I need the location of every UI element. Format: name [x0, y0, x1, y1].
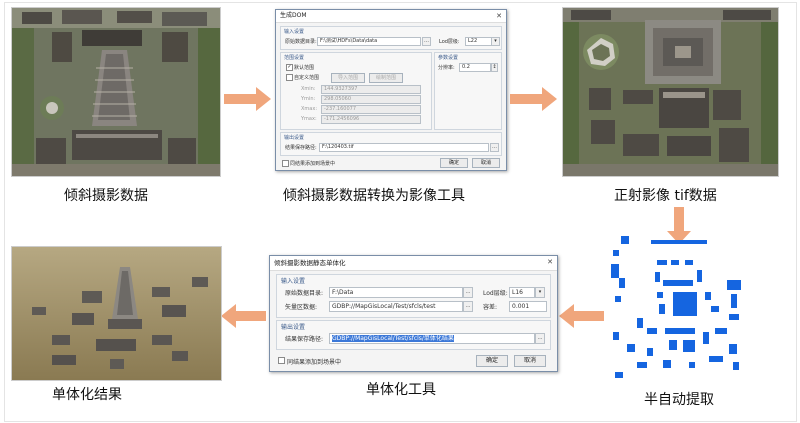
dialog-title: 倾斜摄影数据静态单体化	[274, 259, 346, 267]
output-settings-label: 输出设置	[284, 135, 305, 141]
ok-button[interactable]: 确定	[476, 355, 508, 367]
range-settings-label: 范围设置	[284, 55, 305, 61]
data-dir-input[interactable]: F:\测试\HDFs\Data\data	[317, 37, 421, 46]
data-dir-label: 原始数据目录:	[285, 39, 317, 45]
custom-range-label: 自定义范围	[294, 75, 320, 81]
import-range-button[interactable]: 导入范围	[331, 73, 365, 83]
add-to-scene-checkbox[interactable]	[278, 357, 285, 364]
caption-oblique-data: 倾斜摄影数据	[64, 188, 148, 204]
chevron-down-icon[interactable]: ▾	[491, 37, 500, 46]
caption-monomer-tool: 单体化工具	[366, 382, 436, 398]
vector-label: 矢量区数据:	[285, 304, 318, 311]
monomer-result-photo	[11, 246, 222, 381]
ortho-photo	[562, 7, 779, 177]
tolerance-input[interactable]: 0.001	[509, 301, 547, 312]
output-browse-button[interactable]: …	[490, 143, 499, 152]
close-icon[interactable]: ✕	[547, 256, 553, 268]
input-settings-group: 输入设置 原始数据目录: F:\测试\HDFs\Data\data … Lod层…	[280, 26, 502, 50]
arrow-left-1	[559, 304, 604, 328]
ymax-label: Ymax:	[301, 116, 317, 122]
add-to-scene-label: 同结果添加到场景中	[287, 359, 342, 366]
oblique-photo	[11, 7, 221, 177]
custom-range-checkbox[interactable]	[286, 74, 293, 81]
output-path-input[interactable]: F:\120403.tif	[319, 143, 489, 152]
lod-select[interactable]: L16	[509, 287, 535, 298]
default-range-checkbox[interactable]: ✓	[286, 64, 293, 71]
extraction-footprints	[611, 236, 741, 378]
default-range-label: 默认范围	[294, 65, 315, 71]
ymax-input[interactable]: -171.2456096	[321, 115, 421, 124]
monomer-dialog: 倾斜摄影数据静态单体化 ✕ 输入设置 原始数据目录: F:\Data … Lod…	[269, 255, 558, 372]
input-settings-label: 输入设置	[281, 278, 306, 285]
monomer-result-image	[12, 247, 221, 380]
browse-button[interactable]: …	[463, 287, 473, 298]
vector-input[interactable]: GDBP://MapGisLocal/Test/sfcls/test	[329, 301, 463, 312]
output-path-selected-text: GDBP://MapGisLocal/Test/sfcls/单体化结果	[332, 335, 454, 342]
output-settings-group: 输出设置 结果保存路径: GDBP://MapGisLocal/Test/sfc…	[276, 320, 551, 350]
output-browse-button[interactable]: …	[535, 333, 545, 344]
arrow-right-2	[510, 87, 557, 111]
dialog-title-bar: 生成DOM ✕	[276, 10, 506, 23]
lod-label: Lod层级:	[483, 290, 508, 297]
caption-monomer-result: 单体化结果	[52, 387, 122, 403]
ymin-input[interactable]: 298.05060	[321, 95, 421, 104]
output-settings-group: 输出设置 结果保存路径: F:\120403.tif …	[280, 132, 502, 156]
resolution-label: 分辨率:	[438, 65, 455, 71]
param-settings-group: 参数设置 分辨率: 0.2 ↕	[434, 52, 502, 130]
add-to-scene-checkbox[interactable]	[282, 160, 289, 167]
ok-button[interactable]: 确定	[440, 158, 468, 168]
ortho-photo-image	[563, 8, 778, 176]
caption-convert-tool: 倾斜摄影数据转换为影像工具	[283, 188, 465, 204]
draw-range-button[interactable]: 绘制范围	[369, 73, 403, 83]
xmax-label: Xmax:	[301, 106, 318, 112]
input-settings-group: 输入设置 原始数据目录: F:\Data … Lod层级: L16 ▾ 矢量区数…	[276, 274, 551, 318]
arrow-right-1	[224, 87, 271, 111]
lod-label: Lod层级:	[439, 39, 460, 45]
input-settings-label: 输入设置	[284, 29, 305, 35]
output-path-input[interactable]: GDBP://MapGisLocal/Test/sfcls/单体化结果	[329, 333, 535, 344]
caption-ortho-tif: 正射影像 tif数据	[614, 188, 717, 204]
output-path-label: 结果保存路径:	[285, 336, 324, 343]
xmin-label: Xmin:	[301, 86, 316, 92]
xmax-input[interactable]: -237.160077	[321, 105, 421, 114]
output-path-label: 结果保存路径:	[285, 145, 317, 151]
arrow-left-2	[221, 304, 266, 328]
ymin-label: Ymin:	[301, 96, 316, 102]
xmin-input[interactable]: 144.9327397	[321, 85, 421, 94]
generate-dom-dialog: 生成DOM ✕ 输入设置 原始数据目录: F:\测试\HDFs\Data\dat…	[275, 9, 507, 171]
cancel-button[interactable]: 取消	[514, 355, 546, 367]
vector-browse-button[interactable]: …	[463, 301, 473, 312]
param-settings-label: 参数设置	[438, 55, 459, 61]
cancel-button[interactable]: 取消	[472, 158, 500, 168]
dialog-title-bar: 倾斜摄影数据静态单体化 ✕	[270, 256, 557, 271]
lod-select[interactable]: L22	[465, 37, 493, 46]
data-dir-label: 原始数据目录:	[285, 290, 324, 297]
oblique-photo-image	[12, 8, 220, 176]
resolution-input[interactable]: 0.2	[459, 63, 491, 72]
spin-icon[interactable]: ↕	[491, 63, 498, 72]
extraction-map	[607, 232, 757, 382]
chevron-down-icon[interactable]: ▾	[535, 287, 545, 298]
add-to-scene-label: 同结果添加到场景中	[290, 161, 336, 167]
output-settings-label: 输出设置	[281, 324, 306, 331]
range-settings-group: 范围设置 ✓ 默认范围 自定义范围 导入范围 绘制范围 Xmin: 144.93…	[280, 52, 432, 130]
close-icon[interactable]: ✕	[496, 10, 502, 22]
caption-semi-auto: 半自动提取	[644, 392, 714, 408]
tolerance-label: 容差:	[483, 304, 498, 311]
dialog-title: 生成DOM	[280, 12, 307, 19]
browse-button[interactable]: …	[422, 37, 431, 46]
data-dir-input[interactable]: F:\Data	[329, 287, 463, 298]
